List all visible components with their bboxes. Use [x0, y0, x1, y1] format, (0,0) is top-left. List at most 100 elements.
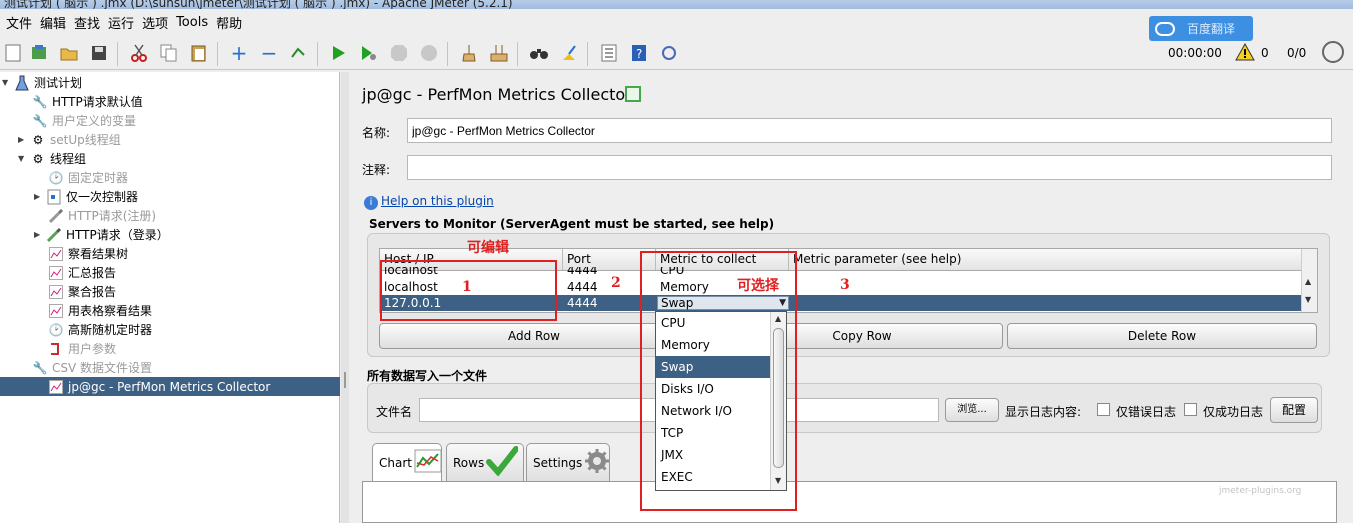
reset-search-icon[interactable] [558, 42, 580, 64]
gear-icon [584, 448, 610, 477]
tree-node-label: 聚合报告 [68, 285, 117, 299]
cut-icon[interactable] [128, 42, 150, 64]
tree-node-label: CSV 数据文件设置 [52, 361, 153, 375]
menu-search[interactable]: 查找 [70, 13, 104, 32]
expand-icon[interactable]: + [228, 41, 250, 65]
tree-node[interactable]: 聚合报告 [48, 282, 116, 301]
info-icon: i [364, 196, 378, 210]
expand-toggle-icon[interactable]: ▶ [34, 192, 44, 201]
cell-port[interactable]: 4444 [563, 295, 598, 311]
tab-rows[interactable]: Rows [446, 443, 524, 481]
browse-button[interactable]: 浏览... [945, 398, 999, 422]
success-only-checkbox[interactable] [1184, 403, 1197, 416]
tree-node[interactable]: 🔧 HTTP请求默认值 [32, 92, 143, 111]
tree-node-selected[interactable]: jp@gc - PerfMon Metrics Collector [0, 377, 340, 396]
tree-node[interactable]: 🕑 固定定时器 [48, 168, 129, 187]
copy-icon[interactable] [158, 42, 180, 64]
tab-settings[interactable]: Settings [526, 443, 610, 481]
help-link[interactable]: Help on this plugin [381, 194, 494, 208]
shutdown-icon[interactable] [418, 42, 440, 64]
preprocessor-icon [48, 341, 64, 357]
configure-button[interactable]: 配置 [1270, 397, 1318, 423]
expand-toggle-icon[interactable]: ▶ [34, 230, 44, 239]
gear-icon: ⚙ [32, 151, 44, 166]
wrench-icon: 🔧 [32, 113, 48, 128]
cell-port[interactable]: 4444 [563, 279, 598, 295]
file-section-title: 所有数据写入一个文件 [367, 369, 488, 383]
annotation-number-2: 2 [611, 275, 621, 291]
pipette-icon [46, 227, 62, 243]
clear-icon[interactable] [458, 42, 480, 64]
search-icon[interactable] [528, 42, 550, 64]
scroll-down-icon[interactable]: ▼ [1305, 295, 1311, 304]
tree-node[interactable]: ▼ 测试计划 [2, 73, 82, 92]
tree-node[interactable]: 汇总报告 [48, 263, 116, 282]
tree-node[interactable]: 用表格察看结果 [48, 301, 152, 320]
table-scrollbar[interactable]: ▲ ▼ [1301, 249, 1317, 312]
new-icon[interactable] [2, 42, 24, 64]
toolbar-separator [117, 42, 118, 66]
delete-row-button[interactable]: Delete Row [1007, 323, 1317, 349]
paste-icon[interactable] [188, 42, 210, 64]
tree-node[interactable]: ▼ ⚙ 线程组 [18, 149, 86, 168]
menu-edit[interactable]: 编辑 [36, 13, 70, 32]
tree-node[interactable]: 🕑 高斯随机定时器 [48, 320, 153, 339]
menu-file[interactable]: 文件 [2, 13, 36, 32]
toolbar-separator [317, 42, 318, 66]
chart-area [362, 481, 1337, 523]
expand-toggle-icon[interactable]: ▶ [18, 135, 28, 144]
tree-node[interactable]: 察看结果树 [48, 244, 128, 263]
warning-count: 0 [1261, 46, 1269, 60]
menu-help[interactable]: 帮助 [212, 13, 246, 32]
collapse-toggle-icon[interactable]: ▼ [2, 78, 12, 87]
tree-node[interactable]: 🔧 用户定义的变量 [32, 111, 137, 130]
menu-tools[interactable]: Tools [172, 15, 212, 30]
templates-icon[interactable] [28, 42, 50, 64]
chart-icon [48, 284, 64, 300]
errors-only-checkbox[interactable] [1097, 403, 1110, 416]
collapse-toggle-icon[interactable]: ▼ [18, 154, 28, 163]
remote-icon[interactable] [658, 42, 680, 64]
tree-node[interactable]: ▶ HTTP请求（登录） [34, 225, 169, 244]
menu-options[interactable]: 选项 [138, 13, 172, 32]
collapse-icon[interactable]: − [258, 41, 280, 65]
remote-status-icon[interactable] [1322, 41, 1344, 63]
scroll-up-icon[interactable]: ▲ [1305, 277, 1311, 286]
stop-icon[interactable] [388, 42, 410, 64]
help-icon[interactable]: ? [628, 42, 650, 64]
tab-rows-label: Rows [453, 455, 485, 470]
tree-node-label: 用表格察看结果 [68, 304, 153, 318]
chart-icon [48, 246, 64, 262]
open-icon[interactable] [58, 42, 80, 64]
chart-icon [48, 265, 64, 281]
start-icon[interactable] [328, 42, 350, 64]
plugin-watermark: jmeter-plugins.org [1219, 486, 1302, 496]
function-helper-icon[interactable] [598, 42, 620, 64]
comment-field[interactable] [407, 155, 1332, 180]
tree-node-label: 用户定义的变量 [52, 114, 137, 128]
warning-icon[interactable] [1235, 42, 1255, 61]
baidu-translate-label: 百度翻译 [1187, 22, 1236, 36]
toggle-icon[interactable] [288, 42, 310, 64]
tree-node-label: HTTP请求（登录） [66, 228, 169, 242]
save-icon[interactable] [88, 42, 110, 64]
tree-node[interactable]: 用户参数 [48, 339, 116, 358]
tree-node[interactable]: ▶ 仅一次控制器 [34, 187, 138, 206]
success-only-label: 仅成功日志 [1203, 405, 1264, 419]
cell-port[interactable]: 4444 [563, 267, 598, 277]
tree-node[interactable]: ▶ ⚙ setUp线程组 [18, 130, 121, 149]
svg-text:?: ? [636, 47, 642, 61]
flask-icon [14, 75, 30, 91]
split-pane-divider[interactable] [341, 72, 349, 523]
clear-all-icon[interactable] [488, 42, 510, 64]
expand-panel-icon[interactable] [625, 86, 641, 102]
tree-node-label: HTTP请求(注册) [68, 209, 157, 223]
toolbar-separator [517, 42, 518, 66]
name-field[interactable] [407, 118, 1332, 143]
gear-icon: ⚙ [32, 132, 44, 147]
start-no-pauses-icon[interactable] [358, 42, 380, 64]
tree-node[interactable]: 🔧 CSV 数据文件设置 [32, 358, 153, 377]
tree-node[interactable]: HTTP请求(注册) [48, 206, 156, 225]
tab-chart[interactable]: Chart [372, 443, 442, 481]
menu-run[interactable]: 运行 [104, 13, 138, 32]
